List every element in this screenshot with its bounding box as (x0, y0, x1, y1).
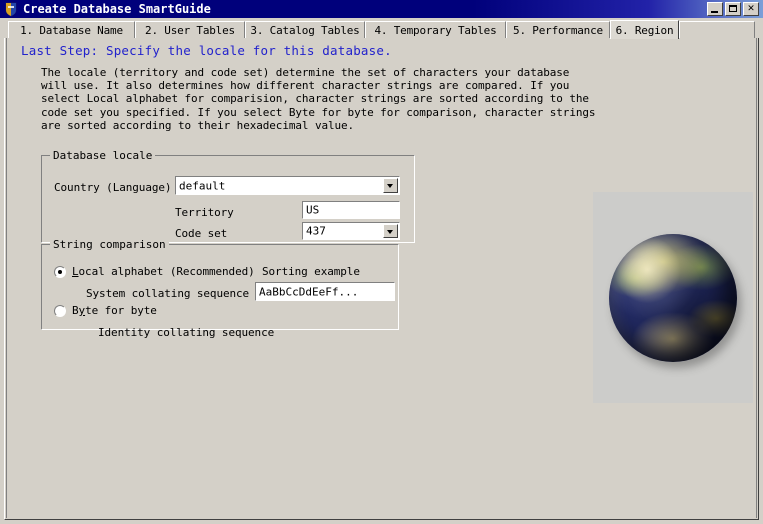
territory-label: Territory (175, 206, 234, 219)
radio-byte-for-byte[interactable]: Byte for byte (54, 304, 157, 317)
system-collating-sequence-label: System collating sequence (86, 287, 250, 300)
tab-user-tables[interactable]: 2. User Tables (135, 21, 245, 38)
database-locale-group: Database locale Country (Language) defau… (41, 149, 415, 243)
radio-byte-for-byte-label: Byte for byte (72, 304, 157, 317)
tab-temporary-tables[interactable]: 4. Temporary Tables (365, 21, 506, 38)
code-set-combo[interactable]: 437 (302, 222, 400, 240)
tab-catalog-tables[interactable]: 3. Catalog Tables (245, 21, 365, 38)
page-title: Last Step: Specify the locale for this d… (21, 43, 392, 58)
content-pane-inner: Last Step: Specify the locale for this d… (6, 38, 757, 518)
smartguide-window: Create Database SmartGuide ✕ 1. Database… (0, 0, 763, 524)
country-language-value: default (179, 179, 226, 192)
globe-earth-image (609, 234, 737, 362)
content-pane: Last Step: Specify the locale for this d… (4, 38, 759, 520)
close-button[interactable]: ✕ (743, 2, 759, 16)
tab-strip-filler (679, 21, 755, 38)
radio-local-alphabet-label: Local alphabet (Recommended) (72, 265, 255, 278)
territory-input[interactable]: US (302, 201, 400, 219)
illustration-panel (593, 192, 753, 403)
sorting-example-label: Sorting example (262, 265, 360, 278)
radio-byte-for-byte-indicator[interactable] (54, 304, 66, 317)
tab-strip: 1. Database Name 2. User Tables 3. Catal… (4, 20, 759, 39)
window-controls: ✕ (707, 2, 759, 16)
country-language-combo[interactable]: default (175, 176, 400, 195)
maximize-button[interactable] (725, 2, 741, 16)
radio-local-alphabet[interactable]: Local alphabet (Recommended) (54, 265, 255, 278)
tab-region[interactable]: 6. Region (610, 20, 679, 39)
sorting-example-value: AaBbCcDdEeFf... (259, 285, 359, 298)
title-bar: Create Database SmartGuide ✕ (0, 0, 763, 18)
page-description: The locale (territory and code set) dete… (41, 66, 596, 132)
tab-performance[interactable]: 5. Performance (506, 21, 610, 38)
string-comparison-group-title: String comparison (50, 238, 169, 251)
code-set-label: Code set (175, 227, 228, 240)
radio-local-alphabet-indicator[interactable] (54, 265, 66, 278)
country-language-label: Country (Language) (54, 181, 172, 194)
string-comparison-group: String comparison Local alphabet (Recomm… (41, 238, 399, 339)
sorting-example-field: AaBbCcDdEeFf... (255, 282, 395, 301)
tab-database-name[interactable]: 1. Database Name (8, 21, 135, 38)
chevron-down-icon[interactable] (383, 178, 398, 193)
chevron-down-icon[interactable] (383, 224, 398, 238)
territory-value: US (306, 203, 320, 217)
minimize-button[interactable] (707, 2, 723, 16)
code-set-value: 437 (306, 224, 326, 238)
app-icon (3, 1, 19, 17)
database-locale-group-title: Database locale (50, 149, 156, 162)
close-icon: ✕ (747, 3, 755, 14)
window-title: Create Database SmartGuide (23, 2, 211, 16)
identity-collating-sequence-label: Identity collating sequence (98, 326, 275, 339)
